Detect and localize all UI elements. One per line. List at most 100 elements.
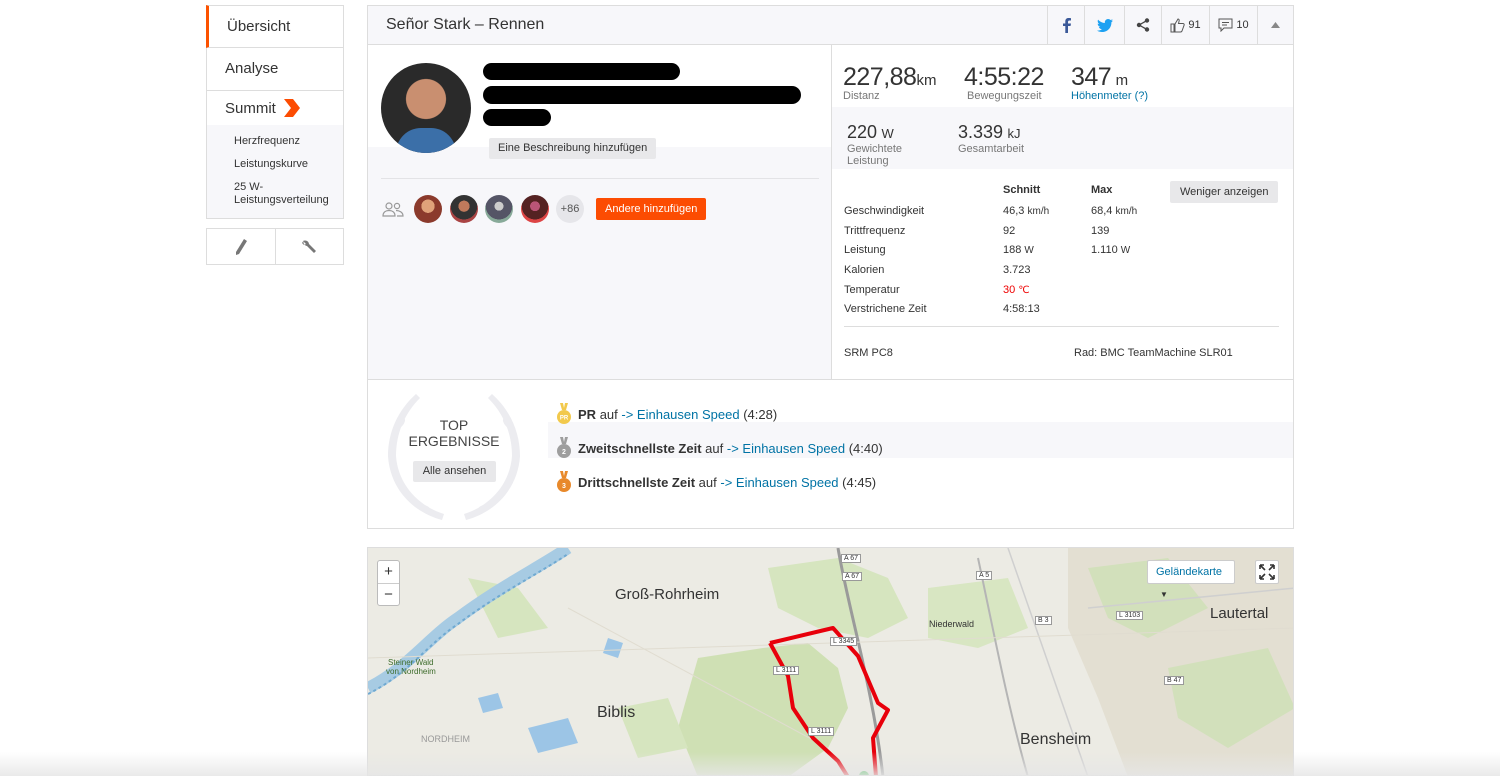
segment-link[interactable]: -> Einhausen Speed: [727, 441, 845, 456]
redacted-name: [483, 63, 680, 80]
stat-distance: 227,88km Distanz: [843, 63, 936, 102]
caret-up-icon: [1271, 22, 1280, 28]
share-button[interactable]: [1124, 6, 1161, 44]
sidebar-sub-power-distribution[interactable]: 25 W-Leistungsverteilung: [234, 181, 344, 207]
top-results-title-line-2: ERGEBNISSE: [408, 433, 500, 449]
table-row: Verstrichene Zeit 4:58:13: [832, 299, 1293, 319]
bike-name: Rad: BMC TeamMachine SLR01: [1074, 347, 1233, 359]
achievement-item: PR PR auf -> Einhausen Speed (4:28): [556, 403, 777, 425]
top-results-title: TOP ERGEBNISSE: [382, 417, 526, 449]
place-label: NORDHEIM: [421, 734, 470, 744]
row-label: Kalorien: [844, 264, 885, 277]
row-max: 139: [1091, 224, 1110, 237]
achievement-rank: Drittschnellste Zeit: [578, 474, 696, 490]
moving-time-value: 4:55:22: [964, 63, 1044, 91]
sidebar-item-analysis[interactable]: Analyse: [206, 48, 344, 91]
row-label: Verstrichene Zeit: [844, 303, 927, 316]
edit-button[interactable]: [206, 228, 276, 265]
sidebar-sub-power-curve[interactable]: Leistungskurve: [234, 158, 316, 171]
road-label: A 5: [976, 571, 993, 580]
row-avg-unit: km/h: [1027, 206, 1050, 217]
avatar[interactable]: [381, 63, 471, 153]
map-type-label: Geländekarte: [1156, 566, 1223, 578]
facebook-icon: [1062, 17, 1071, 33]
sidebar-sub-heart-rate[interactable]: Herzfrequenz: [234, 135, 316, 148]
zoom-in-button[interactable]: +: [378, 561, 399, 583]
more-athletes-count[interactable]: +86: [556, 195, 584, 223]
road-label: L 3103: [1116, 611, 1144, 620]
add-others-button[interactable]: Andere hinzufügen: [596, 198, 707, 220]
sidebar-item-label: Übersicht: [227, 18, 291, 35]
facebook-share-button[interactable]: [1047, 6, 1084, 44]
place-label: Bensheim: [1020, 731, 1092, 748]
comments-button[interactable]: 10: [1209, 6, 1257, 44]
bronze-medal-icon: 3: [557, 471, 571, 492]
row-avg: 188: [1003, 244, 1022, 257]
distance-unit: km: [916, 72, 937, 89]
redacted-location: [483, 109, 551, 126]
table-row: Geschwindigkeit 46,3 km/h 68,4 km/h: [832, 201, 1293, 221]
road-label: L 3345: [830, 637, 858, 646]
collapse-button[interactable]: [1257, 6, 1293, 44]
top-results-title-line-1: TOP: [439, 417, 469, 433]
twitter-share-button[interactable]: [1084, 6, 1124, 44]
row-label: Leistung: [844, 244, 886, 257]
athlete-avatar[interactable]: [521, 195, 549, 223]
achievement-time: (4:28): [743, 406, 778, 422]
distance-value: 227,88: [843, 63, 917, 91]
twitter-icon: [1096, 18, 1113, 32]
road-label: B 47: [1164, 676, 1185, 685]
elevation-unit: m: [1115, 72, 1129, 89]
work-value: 3.339: [958, 122, 1004, 142]
row-avg: 46,3: [1003, 205, 1025, 217]
stat-moving-time: 4:55:22 Bewegungszeit: [964, 63, 1044, 102]
row-max: 1.110: [1091, 244, 1118, 257]
kudos-count: 91: [1188, 19, 1201, 31]
activity-title: Señor Stark – Rennen: [386, 16, 545, 33]
map-type-select[interactable]: Geländekarte ▼: [1147, 560, 1235, 599]
athlete-avatar[interactable]: [414, 195, 442, 223]
row-avg-unit: ℃: [1018, 284, 1030, 296]
row-max-unit: km/h: [1115, 206, 1138, 217]
group-icon: [382, 202, 404, 217]
sidebar-item-summit[interactable]: Summit: [207, 91, 343, 125]
stat-elevation: 347 m Höhenmeter (?): [1071, 63, 1148, 102]
segment-link[interactable]: -> Einhausen Speed: [720, 475, 838, 490]
achievement-connector: auf: [599, 406, 618, 422]
svg-text:3: 3: [562, 483, 566, 490]
road-label: L 3111: [808, 727, 835, 736]
table-row: Trittfrequenz 92 139: [832, 221, 1293, 241]
weighted-power-unit: W: [881, 126, 894, 141]
route-map[interactable]: + − Geländekarte ▼ Groß-Rohrheim Biblis …: [367, 547, 1294, 776]
page-bottom-shadow: [0, 752, 1500, 776]
row-label: Trittfrequenz: [844, 224, 906, 237]
show-less-button[interactable]: Weniger anzeigen: [1170, 181, 1279, 203]
athlete-avatar[interactable]: [450, 195, 478, 223]
achievement-connector: auf: [705, 440, 724, 456]
actions-button[interactable]: [275, 228, 344, 265]
expand-icon: [1259, 564, 1275, 580]
column-header-max: Max: [1091, 184, 1113, 196]
fullscreen-button[interactable]: [1255, 560, 1279, 584]
athlete-avatar[interactable]: [485, 195, 513, 223]
view-all-button[interactable]: Alle ansehen: [413, 461, 496, 482]
row-avg-unit: W: [1024, 245, 1034, 257]
kudos-button[interactable]: 91: [1161, 6, 1209, 44]
add-description-button[interactable]: Eine Beschreibung hinzufügen: [489, 138, 657, 159]
sidebar-item-overview[interactable]: Übersicht: [206, 5, 344, 48]
silver-medal-icon: 2: [557, 437, 571, 458]
comments-count: 10: [1236, 19, 1249, 31]
laurel-icon: [388, 394, 520, 520]
pr-medal-icon: PR: [557, 403, 571, 424]
table-row: Leistung 188 W 1.110 W: [832, 240, 1293, 260]
table-row: Kalorien 3.723: [832, 260, 1293, 280]
achievement-time: (4:40): [848, 440, 883, 456]
zoom-out-button[interactable]: −: [378, 583, 399, 605]
achievement-rank: Zweitschnellste Zeit: [578, 440, 702, 456]
row-label: Temperatur: [844, 283, 900, 296]
row-max: 68,4: [1091, 205, 1113, 217]
segment-link[interactable]: -> Einhausen Speed: [621, 407, 739, 422]
place-label: Niederwald: [929, 619, 975, 629]
place-label: von Nordheim: [386, 667, 436, 676]
elevation-help-link[interactable]: Höhenmeter (?): [1071, 90, 1148, 102]
